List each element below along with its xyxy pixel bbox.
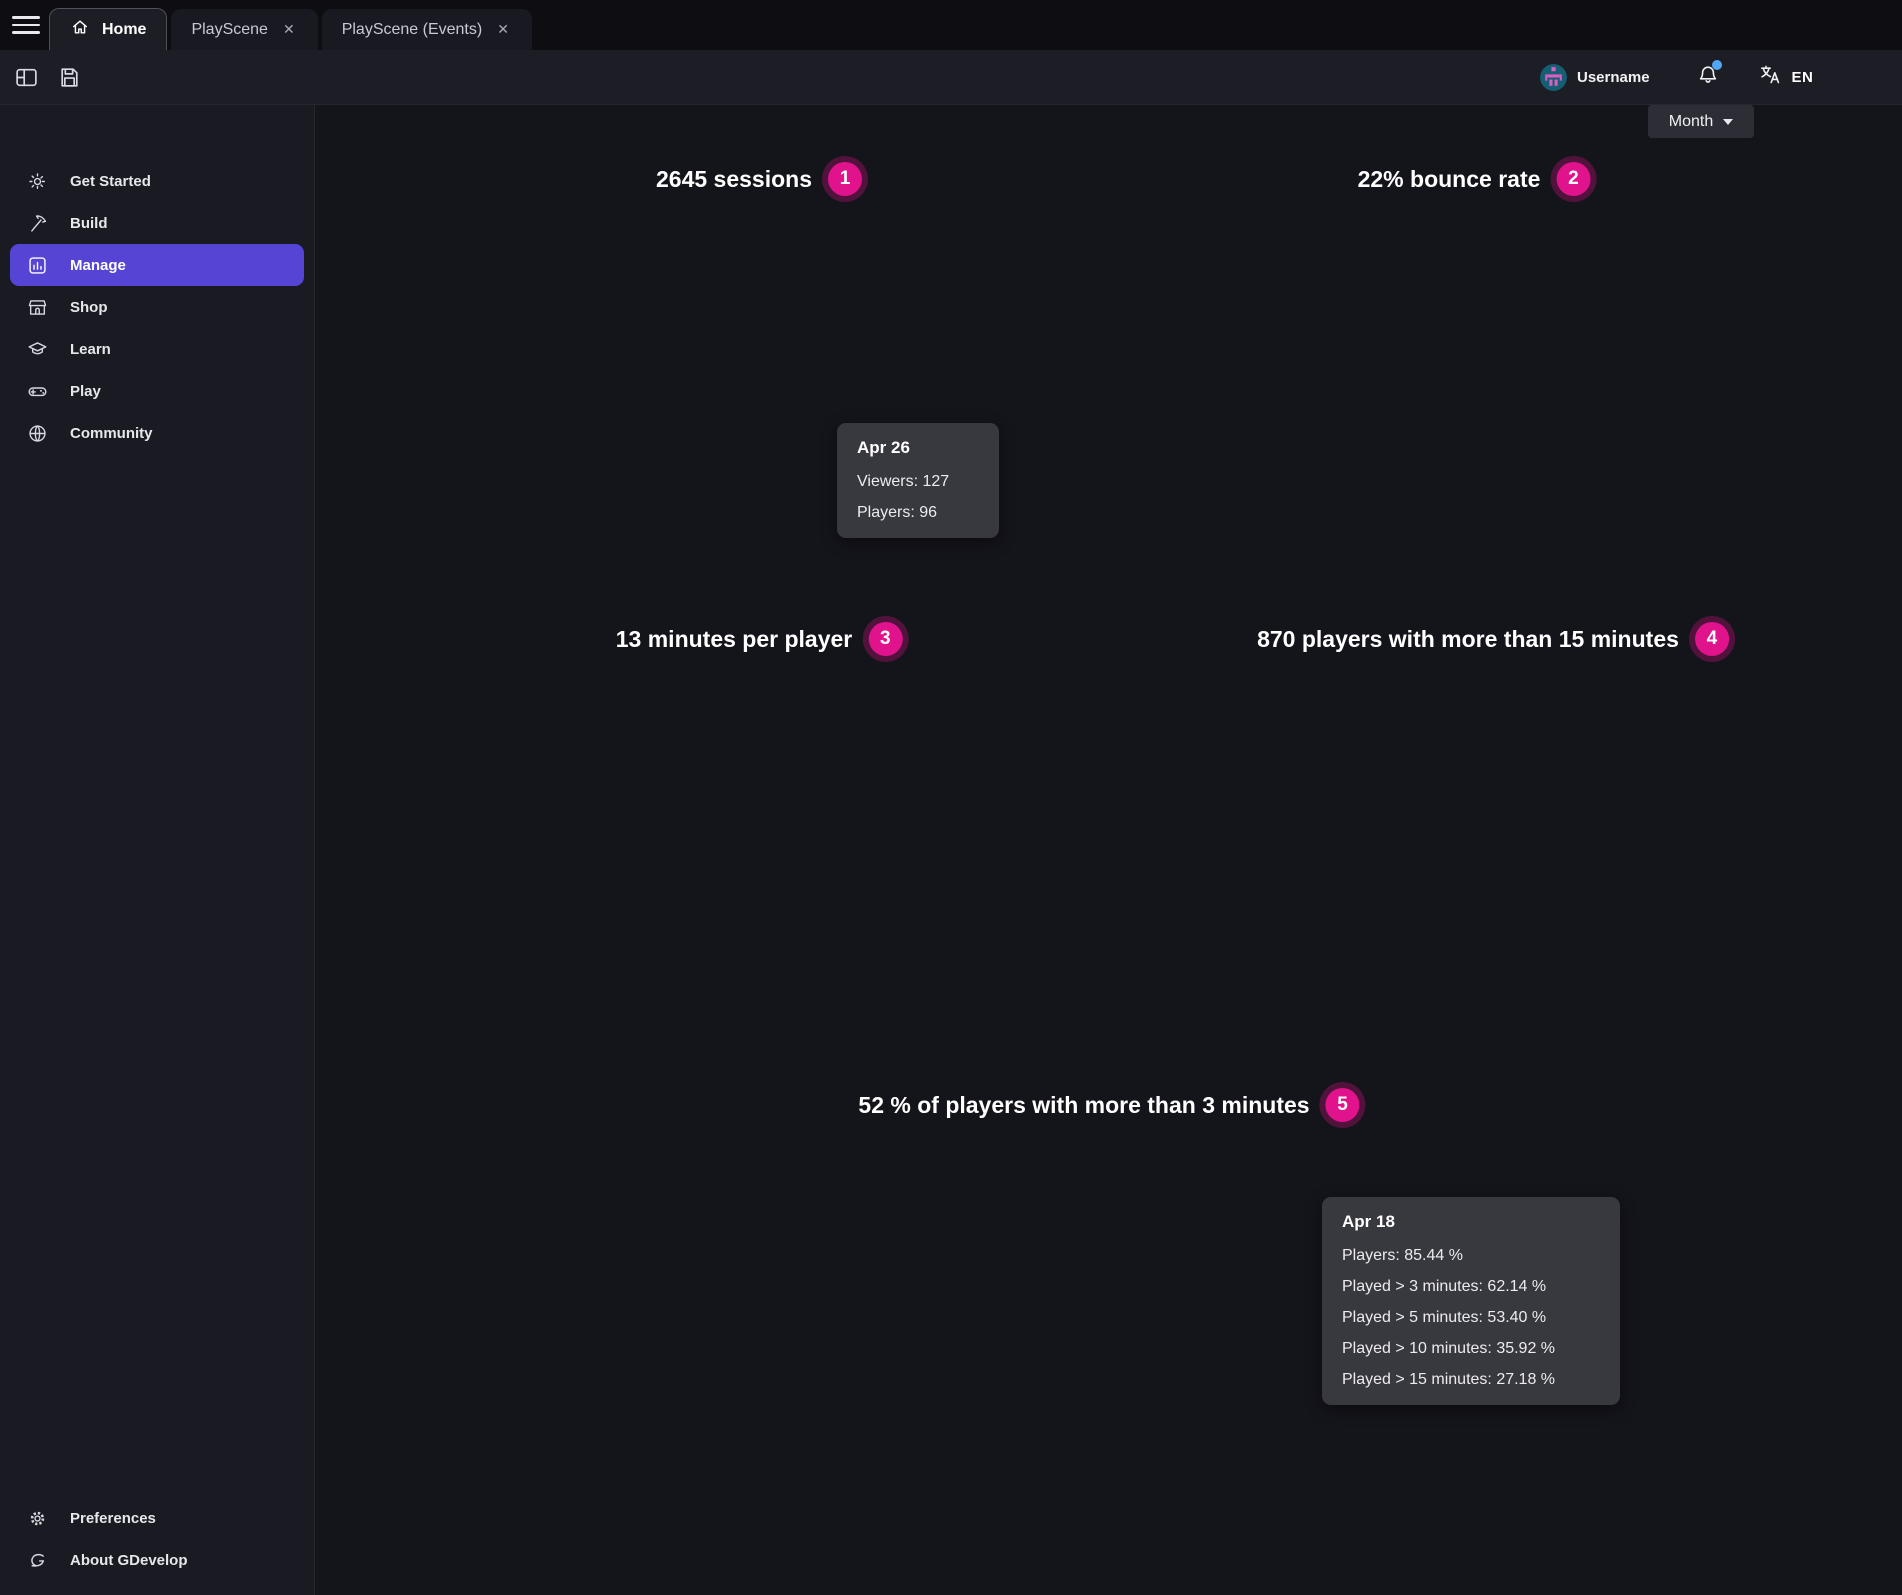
chart-tooltip-sessions: Apr 26 Viewers: 127 Players: 96 <box>837 423 999 538</box>
annotation-badge-4: 4 <box>1695 622 1729 656</box>
chart-title: 22% bounce rate <box>1358 166 1541 193</box>
gdevelop-app-window: Home PlayScene ✕ PlayScene (Events) ✕ <box>0 0 1902 1595</box>
chevron-down-icon <box>1723 119 1733 125</box>
tooltip-date: Apr 26 <box>857 438 979 458</box>
chart-title: 13 minutes per player <box>616 626 853 653</box>
chart-title: 2645 sessions <box>656 166 812 193</box>
annotation-badge-2: 2 <box>1556 162 1590 196</box>
chart-header-retention: 52 % of players with more than 3 minutes… <box>858 1088 1359 1122</box>
tooltip-row: Players: 96 <box>857 504 979 522</box>
chart-header-bounce-rate: 22% bounce rate 2 <box>1358 162 1591 196</box>
tooltip-row: Played > 10 minutes: 35.92 % <box>1342 1340 1600 1358</box>
period-dropdown[interactable]: Month <box>1648 105 1754 138</box>
annotation-badge-3: 3 <box>868 622 902 656</box>
annotation-badge-5: 5 <box>1326 1088 1360 1122</box>
chart-title: 870 players with more than 15 minutes <box>1257 626 1679 653</box>
tooltip-row: Players: 85.44 % <box>1342 1247 1600 1265</box>
chart-header-sessions: 2645 sessions 1 <box>656 162 862 196</box>
period-dropdown-value: Month <box>1669 113 1713 131</box>
chart-tooltip-retention: Apr 18 Players: 85.44 % Played > 3 minut… <box>1322 1197 1620 1405</box>
annotation-badge-1: 1 <box>828 162 862 196</box>
tooltip-date: Apr 18 <box>1342 1212 1600 1232</box>
tooltip-row: Played > 3 minutes: 62.14 % <box>1342 1278 1600 1296</box>
tooltip-row: Played > 15 minutes: 27.18 % <box>1342 1371 1600 1389</box>
tooltip-row: Viewers: 127 <box>857 473 979 491</box>
chart-header-minutes-per-player: 13 minutes per player 3 <box>616 622 903 656</box>
chart-header-players-15-minutes: 870 players with more than 15 minutes 4 <box>1257 622 1729 656</box>
chart-title: 52 % of players with more than 3 minutes <box>858 1092 1309 1119</box>
tooltip-row: Played > 5 minutes: 53.40 % <box>1342 1309 1600 1327</box>
